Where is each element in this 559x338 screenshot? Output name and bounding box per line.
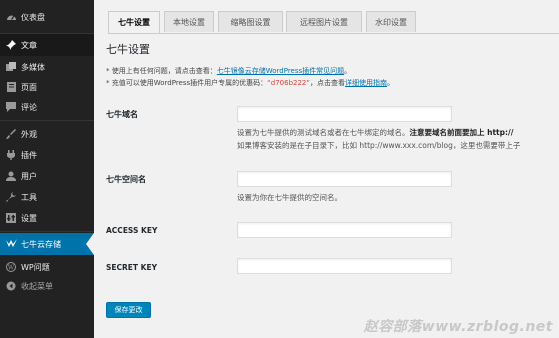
dashboard-icon	[4, 11, 18, 23]
page-title: 七牛设置	[106, 43, 150, 56]
settings-tabs: 七牛设置 本地设置 缩略图设置 远程图片设置 水印设置	[108, 11, 559, 34]
collapse-icon	[4, 280, 18, 292]
sidebar-item-settings[interactable]: 设置	[0, 207, 94, 229]
bucket-description: 设置为你在七牛提供的空间名。	[237, 193, 342, 202]
tab-local-settings[interactable]: 本地设置	[164, 11, 214, 32]
secret-key-label: SECRET KEY	[106, 263, 158, 272]
bucket-input[interactable]	[237, 171, 452, 187]
access-key-label: ACCESS KEY	[106, 226, 158, 235]
watermark: 赵容部落www.zrblog.net	[363, 319, 553, 335]
sidebar-item-appearance[interactable]: 外观	[0, 123, 94, 145]
wrench-icon	[4, 191, 18, 203]
sidebar-item-label: 插件	[21, 150, 37, 160]
settings-icon	[4, 212, 18, 224]
sidebar-item-label: 外观	[21, 129, 37, 139]
sidebar-item-tools[interactable]: 工具	[0, 186, 94, 208]
sidebar-item-label: WP问题	[21, 262, 50, 272]
tab-qiniu-settings[interactable]: 七牛设置	[108, 11, 160, 33]
sidebar-item-pages[interactable]: 页面	[0, 76, 94, 98]
access-key-input[interactable]	[237, 222, 452, 238]
guide-link[interactable]: 详细使用指南	[345, 79, 387, 87]
tab-watermark-settings[interactable]: 水印设置	[366, 11, 416, 32]
active-indicator	[86, 233, 94, 255]
sidebar-item-label: 设置	[21, 213, 37, 223]
domain-description-2: 如果博客安装的是在子目录下，比如 http://www.xxx.com/blog…	[237, 141, 521, 150]
wordpress-icon: W	[4, 261, 18, 273]
admin-sidebar: 仪表盘 文章 多媒体 页面 评论 外观 插件 用户 工具 设置 七牛云存储 W …	[0, 0, 94, 338]
collapse-menu-button[interactable]: 收起菜单	[0, 275, 94, 297]
plugin-icon	[4, 149, 18, 161]
bucket-label: 七牛空间名	[106, 175, 146, 184]
pin-icon	[4, 39, 18, 51]
sidebar-item-dashboard[interactable]: 仪表盘	[0, 6, 94, 28]
faq-link[interactable]: 七牛镜像云存储WordPress插件常见问题	[217, 67, 344, 75]
sidebar-item-plugins[interactable]: 插件	[0, 144, 94, 166]
brush-icon	[4, 128, 18, 140]
coupon-note: * 充值可以使用WordPress插件用户专属的优惠码：“d706b222”，点…	[106, 79, 395, 87]
help-note: * 使用上有任何问题，请点击查看：七牛镜像云存储WordPress插件常见问题。	[106, 67, 352, 75]
sidebar-item-label: 收起菜单	[21, 281, 53, 291]
sidebar-item-label: 评论	[21, 102, 37, 112]
save-button[interactable]: 保存更改	[106, 302, 151, 318]
sidebar-item-label: 多媒体	[21, 62, 45, 72]
domain-input[interactable]	[237, 106, 452, 122]
sidebar-item-label: 工具	[21, 192, 37, 202]
tab-remote-image-settings[interactable]: 远程图片设置	[286, 11, 362, 32]
sidebar-item-label: 仪表盘	[21, 12, 45, 22]
main-content: 七牛设置 本地设置 缩略图设置 远程图片设置 水印设置 七牛设置 * 使用上有任…	[94, 0, 559, 338]
user-icon	[4, 170, 18, 182]
domain-description: 设置为七牛提供的测试域名或者在七牛绑定的域名。注意要域名前面要加上 http:/…	[237, 128, 514, 137]
coupon-code: “d706b222”	[267, 79, 311, 87]
tab-thumbnail-settings[interactable]: 缩略图设置	[218, 11, 283, 32]
sidebar-item-posts[interactable]: 文章	[0, 34, 94, 56]
sidebar-item-label: 用户	[21, 171, 37, 181]
qiniu-icon	[4, 238, 18, 250]
domain-label: 七牛域名	[106, 110, 138, 119]
comment-icon	[4, 101, 18, 113]
page-icon	[4, 81, 18, 93]
media-icon	[4, 61, 18, 73]
sidebar-item-label: 文章	[21, 40, 37, 50]
sidebar-item-users[interactable]: 用户	[0, 165, 94, 187]
sidebar-item-label: 页面	[21, 82, 37, 92]
sidebar-item-media[interactable]: 多媒体	[0, 56, 94, 78]
sidebar-item-label: 七牛云存储	[21, 239, 61, 249]
sidebar-separator	[0, 231, 94, 232]
svg-text:W: W	[8, 264, 15, 271]
sidebar-item-comments[interactable]: 评论	[0, 96, 94, 118]
secret-key-input[interactable]	[237, 258, 452, 274]
sidebar-item-qiniu[interactable]: 七牛云存储	[0, 233, 94, 255]
sidebar-separator	[0, 120, 94, 121]
